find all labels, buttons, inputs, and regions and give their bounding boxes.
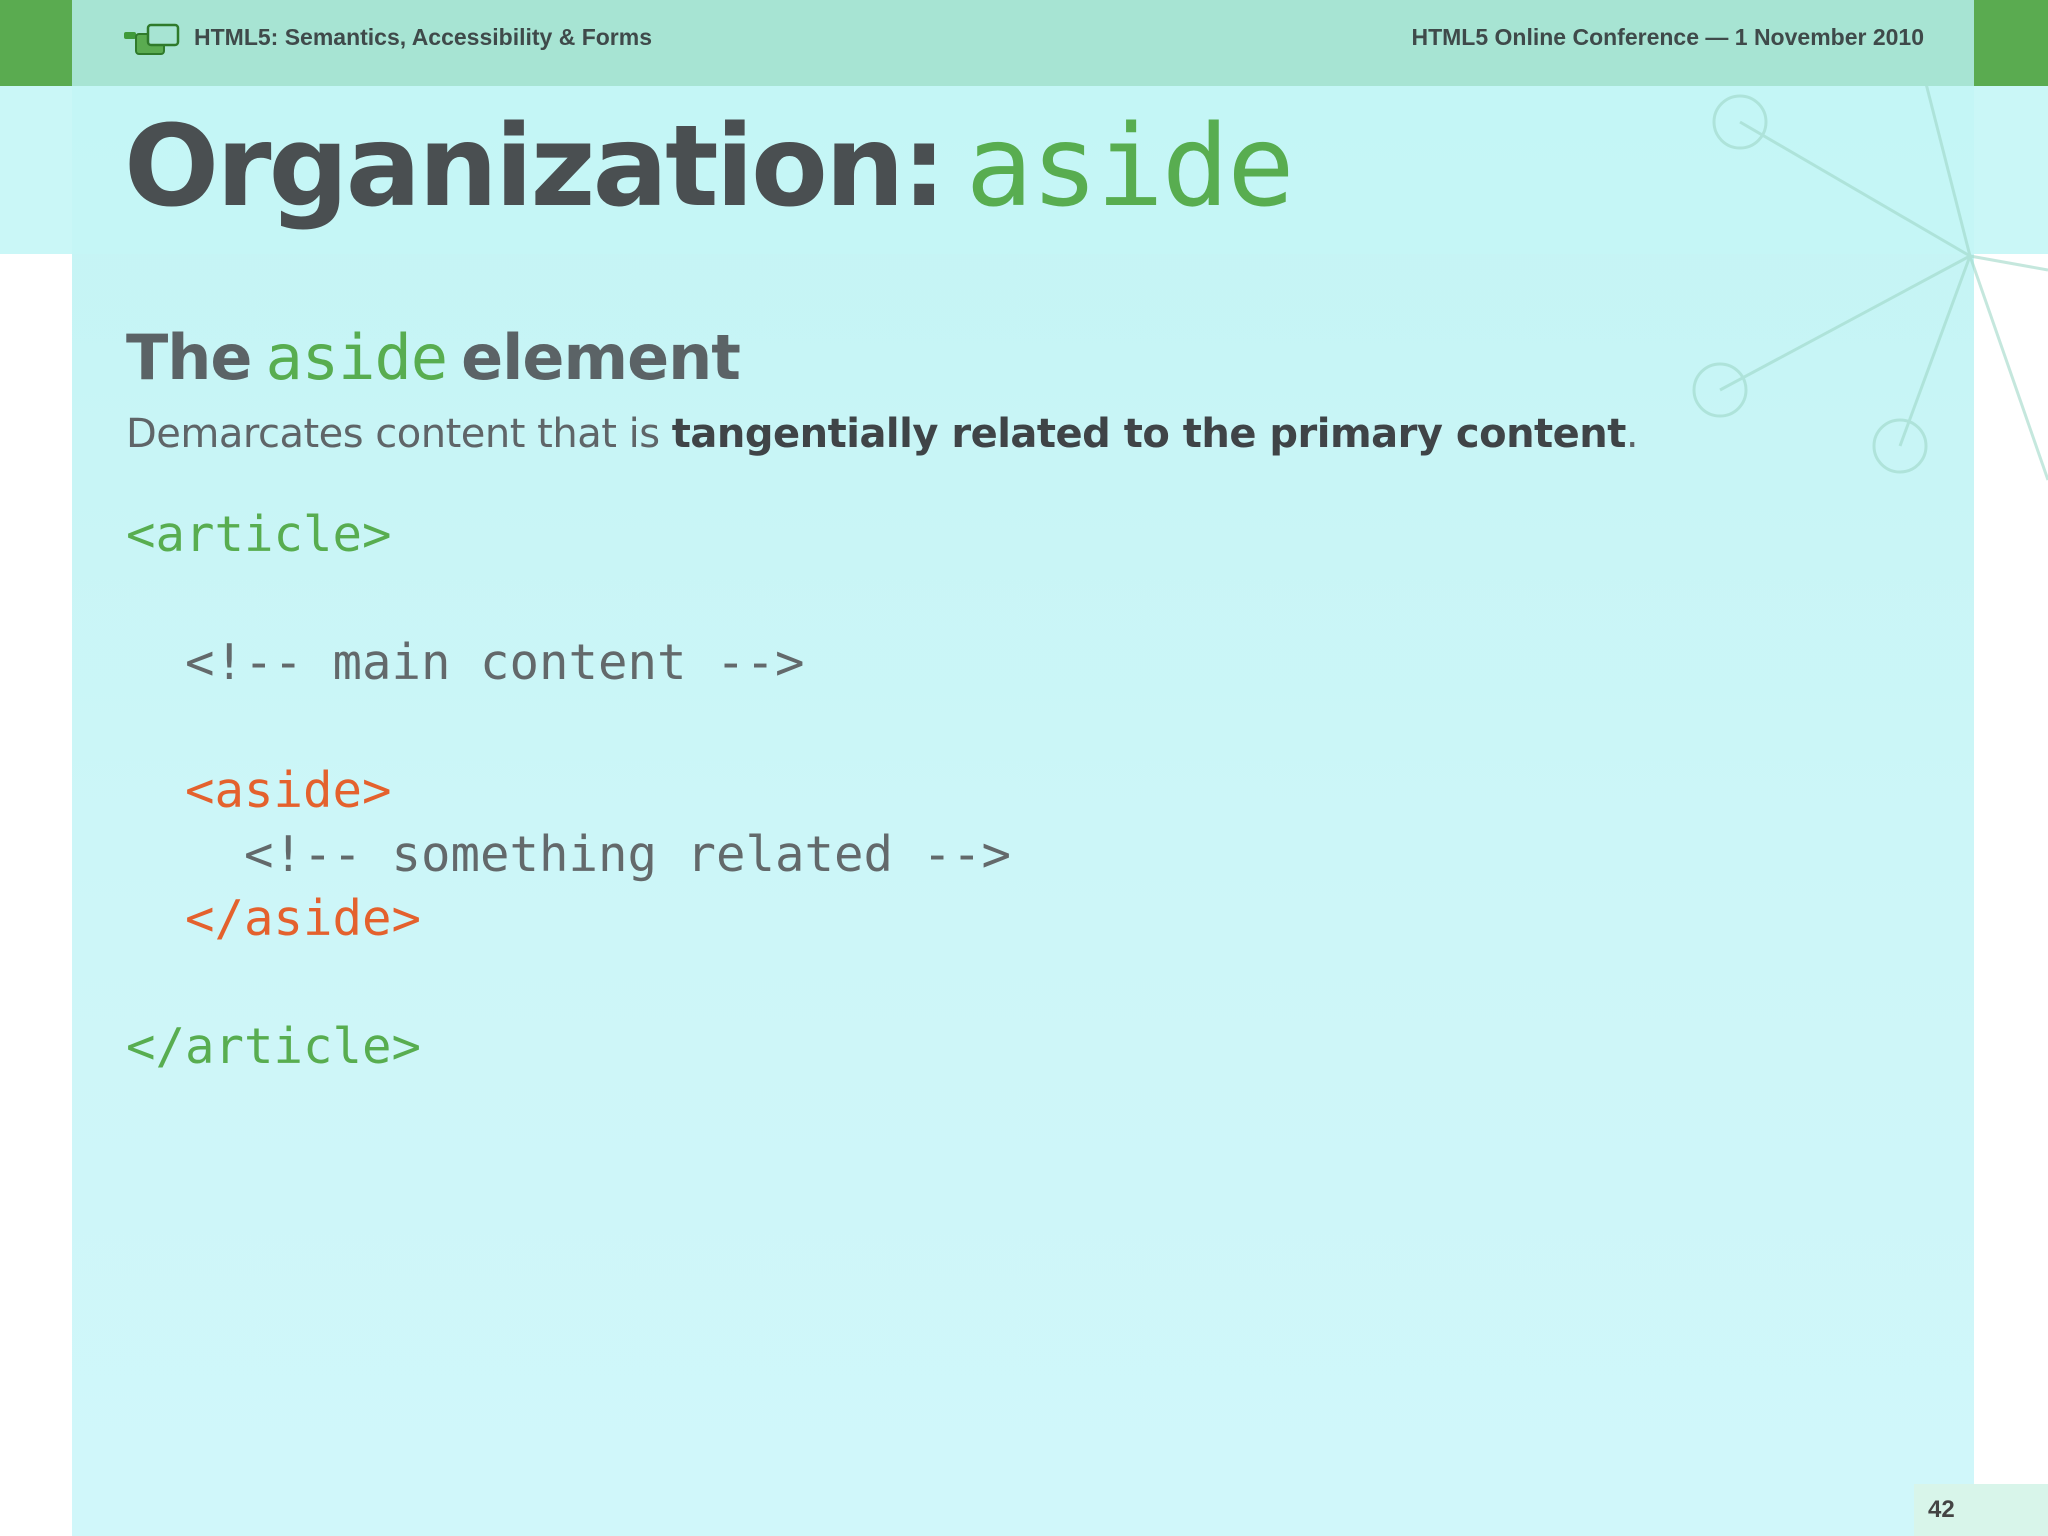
heading-suffix: element xyxy=(461,321,741,394)
heading-prefix: The xyxy=(126,321,252,394)
description: Demarcates content that is tangentially … xyxy=(126,406,1639,462)
slide-title: Organization: aside xyxy=(124,102,1295,232)
header-accent-right xyxy=(1974,0,2048,86)
description-bold: tangentially related to the primary cont… xyxy=(671,411,1627,457)
code-line-aside-open: <aside> xyxy=(126,762,392,819)
page-number: 42 xyxy=(1928,1496,1955,1523)
heading-code: aside xyxy=(265,321,448,394)
section-heading: The aside element xyxy=(126,318,741,398)
code-line-article-close: </article> xyxy=(126,1018,422,1075)
code-sample: <article> <!-- main content --> <aside> … xyxy=(126,503,1011,1079)
code-line-main-comment: <!-- main content --> xyxy=(126,634,805,691)
presentation-title: HTML5: Semantics, Accessibility & Forms xyxy=(194,24,653,50)
code-line-related-comment: <!-- something related --> xyxy=(126,826,1012,883)
header-accent-left xyxy=(0,0,72,86)
code-line-article-open: <article> xyxy=(126,506,392,563)
chat-bubbles-icon xyxy=(124,23,180,55)
description-end: . xyxy=(1625,411,1639,457)
description-plain: Demarcates content that is xyxy=(126,411,672,457)
conference-info: HTML5 Online Conference — 1 November 201… xyxy=(1411,24,1924,50)
title-main: Organization: xyxy=(124,102,946,232)
code-line-aside-close: </aside> xyxy=(126,890,422,947)
network-decoration xyxy=(1692,60,2048,481)
title-code: aside xyxy=(965,102,1294,232)
slide-header: HTML5: Semantics, Accessibility & Forms … xyxy=(72,0,1974,86)
